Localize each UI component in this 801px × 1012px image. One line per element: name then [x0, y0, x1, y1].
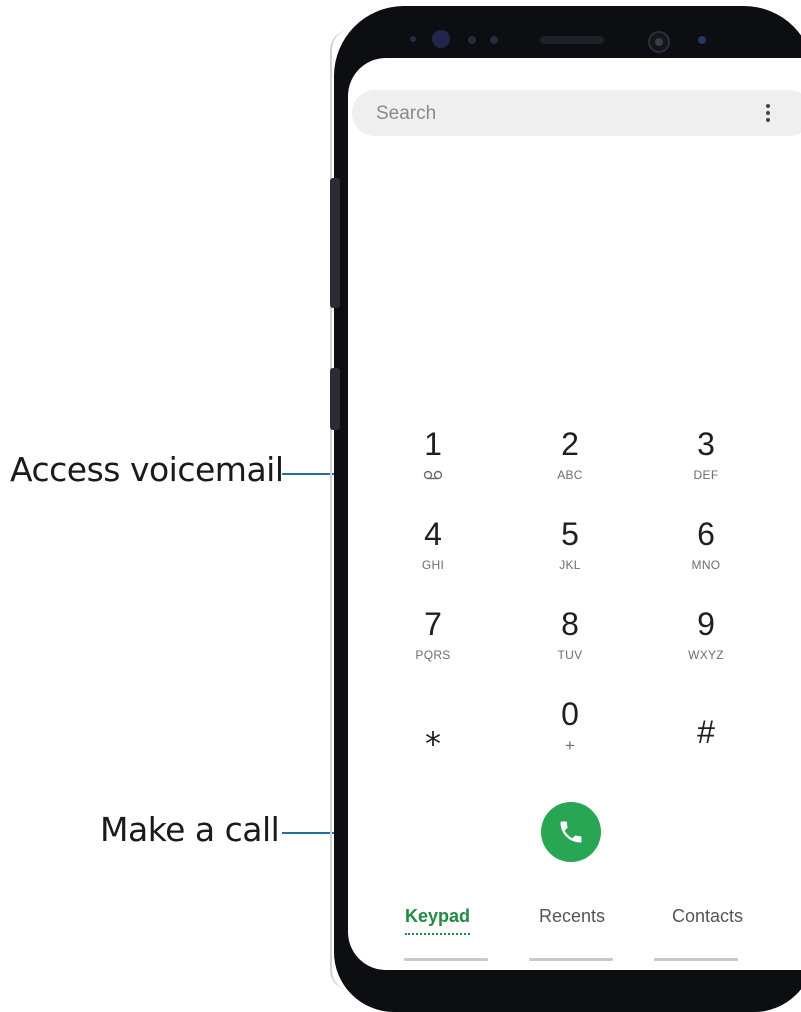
key-2[interactable]: 2 ABC	[510, 426, 630, 506]
key-7[interactable]: 7 PQRS	[373, 606, 493, 686]
key-digit: ⁎	[425, 716, 441, 752]
key-4[interactable]: 4 GHI	[373, 516, 493, 596]
key-letters: WXYZ	[688, 648, 724, 662]
phone-screen: Search 1 2 ABC 3 DEF 4 GHI 5 JKL 6 MNO 7…	[348, 58, 801, 970]
key-6[interactable]: 6 MNO	[646, 516, 766, 596]
more-vertical-icon[interactable]	[766, 104, 770, 124]
phone-icon	[560, 821, 582, 843]
key-digit: 3	[697, 426, 715, 462]
key-9[interactable]: 9 WXYZ	[646, 606, 766, 686]
key-letters: TUV	[557, 648, 583, 662]
key-plus: +	[564, 736, 576, 755]
sensor-dot	[490, 36, 498, 44]
key-letters: GHI	[421, 558, 445, 572]
key-5[interactable]: 5 JKL	[510, 516, 630, 596]
key-letters: ABC	[557, 468, 583, 482]
key-star[interactable]: ⁎	[373, 716, 493, 796]
key-letters: JKL	[559, 558, 581, 572]
nav-handle	[404, 958, 488, 961]
sensor-dot	[698, 36, 706, 44]
front-camera	[648, 31, 670, 53]
key-8[interactable]: 8 TUV	[510, 606, 630, 686]
sensor-dot	[410, 36, 416, 42]
key-digit: 1	[424, 426, 442, 462]
key-digit: 9	[697, 606, 715, 642]
key-digit: 8	[561, 606, 579, 642]
key-0[interactable]: 0 +	[510, 696, 630, 776]
tab-contacts[interactable]: Contacts	[672, 906, 743, 927]
key-digit: 0	[561, 696, 579, 732]
key-1[interactable]: 1	[373, 426, 493, 506]
voicemail-icon	[423, 470, 443, 480]
call-button[interactable]	[541, 802, 601, 862]
phone-dialer-screenshot: Access voicemail Make a call Search 1 2 …	[0, 0, 801, 1012]
volume-button	[330, 178, 340, 308]
search-input[interactable]: Search	[376, 103, 436, 125]
key-digit: 6	[697, 516, 715, 552]
earpiece-speaker	[540, 36, 604, 44]
search-bar[interactable]: Search	[352, 90, 801, 136]
callout-make-a-call: Make a call	[100, 810, 280, 849]
tab-recents[interactable]: Recents	[539, 906, 605, 927]
key-digit: 7	[424, 606, 442, 642]
tab-keypad[interactable]: Keypad	[405, 906, 471, 935]
key-letters: DEF	[693, 468, 719, 482]
key-letters: PQRS	[415, 648, 451, 662]
key-3[interactable]: 3 DEF	[646, 426, 766, 506]
phone-sensors	[400, 22, 730, 62]
navigation-bar	[348, 958, 801, 964]
key-hash[interactable]: #	[646, 714, 766, 794]
nav-handle	[654, 958, 738, 961]
callout-access-voicemail: Access voicemail	[10, 450, 284, 489]
key-digit: 4	[424, 516, 442, 552]
key-digit: #	[697, 714, 715, 750]
bixby-button	[330, 368, 340, 430]
sensor-lens	[432, 30, 450, 48]
nav-handle	[529, 958, 613, 961]
key-digit: 5	[561, 516, 579, 552]
key-letters: MNO	[691, 558, 721, 572]
key-digit: 2	[561, 426, 579, 462]
sensor-dot	[468, 36, 476, 44]
bottom-tab-bar: Keypad Recents Contacts	[348, 906, 801, 946]
